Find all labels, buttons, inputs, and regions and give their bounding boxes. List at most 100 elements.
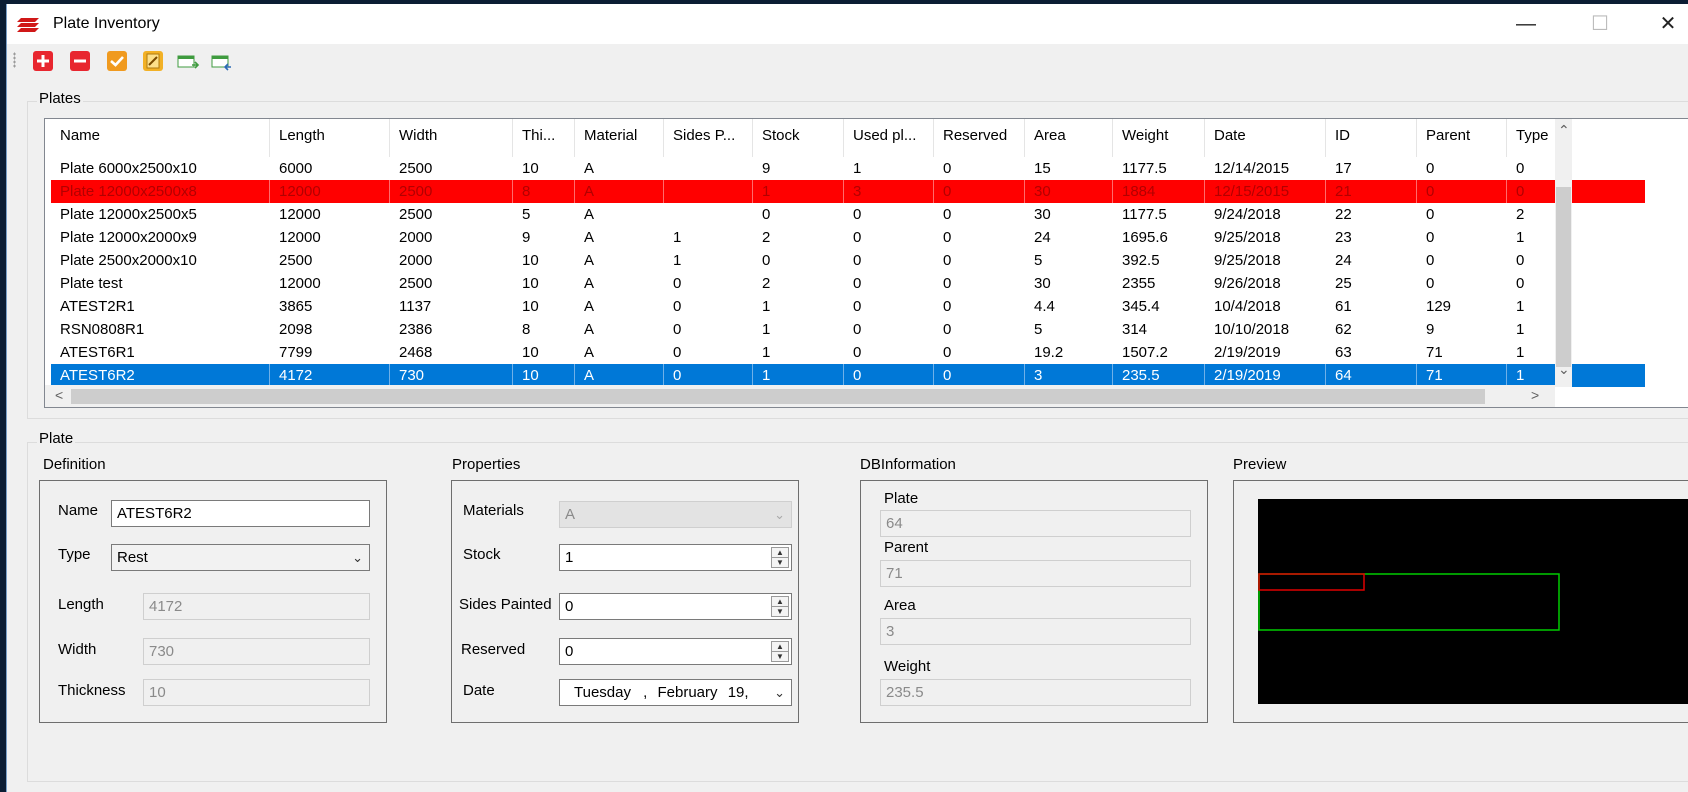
table-cell[interactable]: 10/4/2018 <box>1205 295 1326 318</box>
table-cell[interactable]: 1 <box>844 157 934 180</box>
table-cell[interactable]: 10 <box>513 295 575 318</box>
table-cell[interactable]: 9 <box>513 226 575 249</box>
table-cell[interactable]: 2 <box>753 272 844 295</box>
reserved-stepper[interactable]: 0 ▲ ▼ <box>559 638 792 665</box>
table-cell[interactable]: A <box>575 226 664 249</box>
table-cell[interactable]: 22 <box>1326 203 1417 226</box>
table-cell[interactable]: A <box>575 157 664 180</box>
table-cell[interactable]: 9/25/2018 <box>1205 249 1326 272</box>
table-cell[interactable]: 1177.5 <box>1113 203 1205 226</box>
table-cell[interactable]: 0 <box>844 272 934 295</box>
table-cell[interactable] <box>664 157 753 180</box>
column-header[interactable]: ID <box>1326 119 1417 157</box>
table-cell[interactable]: 314 <box>1113 318 1205 341</box>
table-cell[interactable]: 0 <box>844 364 934 387</box>
table-cell[interactable]: 10/10/2018 <box>1205 318 1326 341</box>
table-cell[interactable]: 15 <box>1025 157 1113 180</box>
table-row[interactable]: ATEST6R1 7799 2468 10 A 0 1 0 0 19.2 1507.2 2/19/20… <box>51 341 1645 364</box>
table-cell[interactable]: 7799 <box>270 341 390 364</box>
horizontal-scrollbar[interactable]: < > <box>45 385 1555 407</box>
table-cell[interactable]: A <box>575 318 664 341</box>
stock-spin-buttons[interactable]: ▲ ▼ <box>771 547 789 568</box>
table-cell[interactable]: 0 <box>934 180 1025 203</box>
table-cell[interactable]: 71 <box>1417 341 1507 364</box>
table-cell[interactable]: 30 <box>1025 272 1113 295</box>
reserved-spin-buttons[interactable]: ▲ ▼ <box>771 641 789 662</box>
date-number[interactable]: 19, <box>728 684 749 701</box>
column-header[interactable]: Thi... <box>513 119 575 157</box>
table-cell[interactable]: 10 <box>513 249 575 272</box>
table-cell[interactable]: 730 <box>390 364 513 387</box>
table-cell[interactable]: 2500 <box>390 180 513 203</box>
table-cell[interactable]: 30 <box>1025 203 1113 226</box>
table-cell[interactable]: 10 <box>513 272 575 295</box>
table-cell[interactable]: 0 <box>844 249 934 272</box>
table-row[interactable]: ATEST6R2 4172 730 10 A 0 1 0 0 3 235.5 2/19/2019 64 7… <box>51 364 1645 387</box>
import-csv-button[interactable] <box>211 51 231 71</box>
table-cell[interactable]: Plate 2500x2000x10 <box>51 249 270 272</box>
table-cell[interactable]: RSN0808R1 <box>51 318 270 341</box>
table-cell[interactable]: 8 <box>513 180 575 203</box>
table-cell[interactable]: 1177.5 <box>1113 157 1205 180</box>
table-cell[interactable]: 10 <box>513 364 575 387</box>
table-cell[interactable]: 0 <box>844 203 934 226</box>
date-picker[interactable]: Tuesday , February 19, ⌄ <box>559 679 792 706</box>
table-cell[interactable]: ATEST6R2 <box>51 364 270 387</box>
table-cell[interactable]: 0 <box>934 249 1025 272</box>
table-cell[interactable]: 0 <box>844 318 934 341</box>
table-cell[interactable]: 12/14/2015 <box>1205 157 1326 180</box>
table-cell[interactable]: 0 <box>1417 180 1507 203</box>
table-cell[interactable]: 2500 <box>390 272 513 295</box>
vertical-scroll-thumb[interactable] <box>1556 187 1571 367</box>
table-cell[interactable]: 12/15/2015 <box>1205 180 1326 203</box>
type-select[interactable]: Rest ⌄ <box>111 544 370 571</box>
table-cell[interactable]: 19.2 <box>1025 341 1113 364</box>
table-cell[interactable]: 12000 <box>270 180 390 203</box>
vertical-scrollbar[interactable]: ⌃ ⌄ <box>1555 119 1572 387</box>
table-cell[interactable]: A <box>575 364 664 387</box>
table-cell[interactable]: Plate 6000x2500x10 <box>51 157 270 180</box>
column-header[interactable]: Date <box>1205 119 1326 157</box>
table-cell[interactable]: 0 <box>934 364 1025 387</box>
table-cell[interactable]: 1 <box>753 341 844 364</box>
spin-up-icon[interactable]: ▲ <box>772 642 788 652</box>
table-cell[interactable]: 0 <box>934 203 1025 226</box>
table-cell[interactable]: 5 <box>1025 249 1113 272</box>
export-csv-button[interactable] <box>177 51 200 71</box>
table-cell[interactable]: 129 <box>1417 295 1507 318</box>
table-row[interactable]: RSN0808R1 2098 2386 8 A 0 1 0 0 5 314 10/10/2018 62 9… <box>51 318 1645 341</box>
column-header[interactable]: Material <box>575 119 664 157</box>
table-cell[interactable]: 0 <box>844 226 934 249</box>
spin-down-icon[interactable]: ▼ <box>772 652 788 662</box>
spin-down-icon[interactable]: ▼ <box>772 607 788 617</box>
table-cell[interactable]: 4.4 <box>1025 295 1113 318</box>
table-cell[interactable]: Plate 12000x2500x8 <box>51 180 270 203</box>
table-cell[interactable]: 2500 <box>390 203 513 226</box>
table-cell[interactable]: 12000 <box>270 226 390 249</box>
table-cell[interactable]: 1507.2 <box>1113 341 1205 364</box>
table-cell[interactable]: A <box>575 295 664 318</box>
remove-plate-button[interactable] <box>70 51 90 71</box>
horizontal-scroll-thumb[interactable] <box>71 389 1485 404</box>
table-cell[interactable]: 0 <box>934 318 1025 341</box>
table-cell[interactable]: Plate 12000x2500x5 <box>51 203 270 226</box>
table-cell[interactable]: 3865 <box>270 295 390 318</box>
table-cell[interactable]: 9 <box>753 157 844 180</box>
table-cell[interactable]: 2468 <box>390 341 513 364</box>
column-header[interactable]: Parent <box>1417 119 1507 157</box>
table-cell[interactable]: 17 <box>1326 157 1417 180</box>
table-cell[interactable]: 3 <box>844 180 934 203</box>
column-header[interactable]: Sides P... <box>664 119 753 157</box>
table-cell[interactable]: 12000 <box>270 203 390 226</box>
column-header[interactable]: Weight <box>1113 119 1205 157</box>
table-cell[interactable]: 0 <box>664 295 753 318</box>
table-cell[interactable]: 3 <box>1025 364 1113 387</box>
maximize-button[interactable]: ☐ <box>1577 8 1623 40</box>
table-cell[interactable]: 345.4 <box>1113 295 1205 318</box>
table-cell[interactable]: 2/19/2019 <box>1205 364 1326 387</box>
table-cell[interactable]: 71 <box>1417 364 1507 387</box>
table-cell[interactable]: 1884 <box>1113 180 1205 203</box>
table-cell[interactable]: 0 <box>934 272 1025 295</box>
chevron-down-icon[interactable]: ⌄ <box>774 680 785 705</box>
table-row[interactable]: ATEST2R1 3865 1137 10 A 0 1 0 0 4.4 345.4 10/4/2018… <box>51 295 1645 318</box>
